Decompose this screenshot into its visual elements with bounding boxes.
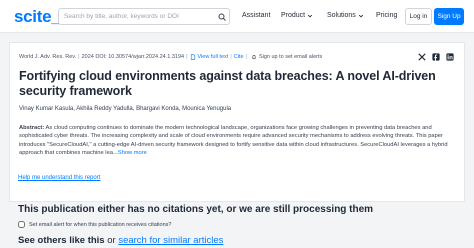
nav-product[interactable]: Product — [281, 11, 313, 20]
or-text: or — [107, 235, 116, 246]
cite-link[interactable]: Cite — [234, 53, 244, 61]
x-twitter-icon[interactable] — [418, 53, 426, 61]
nav-pricing[interactable]: Pricing — [376, 11, 397, 20]
help-understand-report-link[interactable]: Help me understand this report — [18, 175, 100, 181]
show-more-link[interactable]: Show more — [118, 150, 147, 156]
linkedin-icon[interactable] — [446, 53, 454, 61]
citation-alert-checkbox[interactable] — [18, 221, 25, 228]
scite-logo[interactable]: scite_ — [14, 8, 61, 25]
separator: | — [230, 54, 232, 60]
article-title: Fortifying cloud environments against da… — [19, 69, 436, 98]
search-icon[interactable] — [215, 9, 229, 24]
nav-solutions[interactable]: Solutions — [327, 11, 364, 20]
article-authors[interactable]: Vinay Kumar Kasula, Akhila Reddy Yadulla… — [19, 105, 231, 113]
doi: DOI: 10.30574/wjarr.2024.24.1.3194 — [95, 54, 185, 60]
search-input[interactable] — [64, 13, 216, 20]
nav-assistant[interactable]: Assistant — [242, 11, 270, 20]
nav-product-label: Product — [281, 12, 306, 19]
share-icons — [418, 53, 454, 61]
email-alerts-link[interactable]: Sign up to set email alerts — [259, 53, 322, 61]
separator: | — [78, 54, 80, 60]
article-abstract: Abstract: As cloud computing continues t… — [19, 124, 459, 158]
journal-name: World J. Adv. Res. Rev. — [19, 54, 77, 60]
abstract-label: Abstract: — [19, 125, 45, 131]
similar-articles-link[interactable]: search for similar articles — [118, 235, 223, 246]
nav-solutions-label: Solutions — [327, 12, 356, 19]
see-others-section: See others like this or search for simil… — [18, 235, 223, 246]
view-full-text-link[interactable]: View full text — [198, 53, 229, 61]
login-button[interactable]: Log in — [405, 8, 432, 25]
document-icon — [190, 54, 195, 60]
bell-icon — [252, 55, 256, 60]
citation-alert-row: Set email alert for when this publicatio… — [18, 221, 171, 228]
nav-assistant-label: Assistant — [242, 12, 271, 19]
chevron-down-icon — [308, 14, 313, 17]
article-meta: World J. Adv. Res. Rev. | 2024 DOI: 10.3… — [19, 53, 322, 61]
see-others-label: See others like this — [18, 235, 105, 246]
signup-button[interactable]: Sign Up — [434, 8, 464, 25]
facebook-icon[interactable] — [432, 53, 440, 61]
nav-pricing-label: Pricing — [376, 12, 398, 19]
citations-heading: This publication either has no citations… — [18, 204, 374, 215]
abstract-text: As cloud computing continues to dominate… — [19, 125, 448, 157]
search-box[interactable] — [58, 8, 230, 25]
year: 2024 — [81, 54, 94, 60]
citation-alert-label: Set email alert for when this publicatio… — [29, 221, 172, 228]
separator: | — [186, 54, 188, 60]
chevron-down-icon — [358, 14, 363, 17]
top-navbar: scite_ Assistant Product Solutions Prici… — [0, 0, 474, 33]
separator: | — [245, 54, 247, 60]
